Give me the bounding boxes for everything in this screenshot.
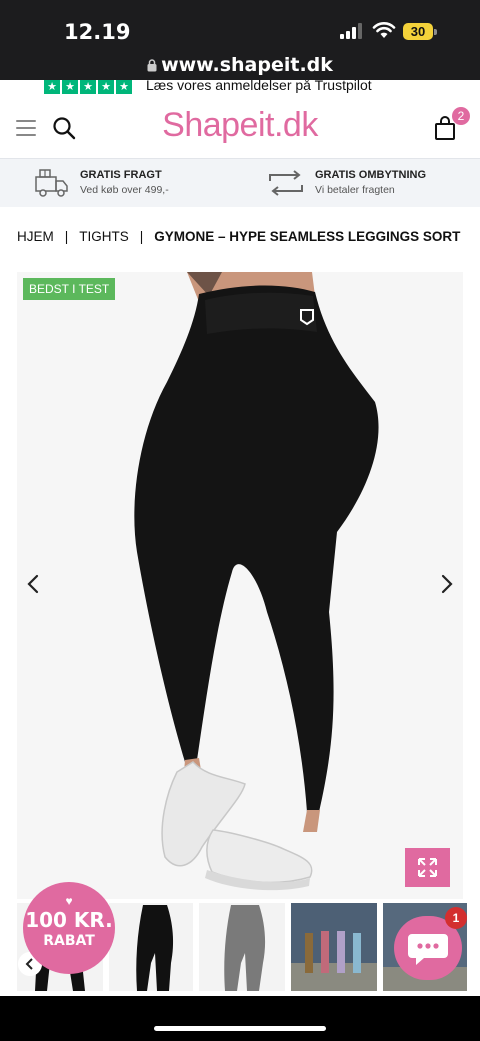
star-icon: ★	[44, 80, 60, 94]
delivery-truck-icon	[35, 169, 68, 197]
expand-icon	[418, 858, 437, 877]
battery-level: 30	[403, 23, 433, 40]
best-in-test-badge: BEDST I TEST	[23, 278, 116, 300]
fullscreen-button[interactable]	[405, 848, 450, 887]
promo-label: RABAT	[43, 933, 95, 949]
thumbnail[interactable]	[109, 903, 193, 991]
breadcrumb-home[interactable]: HJEM	[17, 229, 54, 244]
breadcrumb-separator: |	[139, 229, 144, 244]
battery-icon: 30	[403, 23, 437, 41]
cart-count-badge[interactable]: 2	[452, 107, 470, 125]
browser-url-bar[interactable]: www.shapeit.dk	[0, 52, 480, 82]
lock-icon	[147, 59, 157, 72]
usp-free-exchange: GRATIS OMBYTNING Vi betaler fragten	[240, 159, 480, 207]
hamburger-menu-icon[interactable]	[16, 120, 36, 136]
chevron-left-icon[interactable]	[26, 574, 40, 594]
cellular-signal-icon	[340, 23, 362, 39]
usp-bar: GRATIS FRAGT Ved køb over 499,- GRATIS O…	[0, 158, 480, 207]
system-bottom-bar	[0, 996, 480, 1041]
status-time: 12.19	[64, 20, 131, 44]
trustpilot-banner[interactable]: ★ ★ ★ ★ ★ Læs vores anmeldelser på Trust…	[0, 80, 480, 96]
trustpilot-stars: ★ ★ ★ ★ ★	[44, 80, 132, 94]
promo-amount: 100 KR.	[25, 908, 113, 932]
usp-subtitle: Vi betaler fragten	[315, 184, 395, 196]
heart-icon: ♥	[65, 894, 73, 908]
star-icon: ★	[98, 80, 114, 94]
breadcrumb-separator: |	[64, 229, 69, 244]
chat-unread-badge: 1	[445, 907, 467, 929]
breadcrumb-current: GYMONE – HYPE SEAMLESS LEGGINGS SORT	[154, 229, 461, 244]
site-logo[interactable]: Shapeit.dk	[150, 106, 330, 145]
search-icon[interactable]	[52, 116, 76, 140]
breadcrumb-category[interactable]: TIGHTS	[79, 229, 129, 244]
thumbnail[interactable]	[291, 903, 377, 991]
home-indicator[interactable]	[154, 1026, 326, 1031]
url-text[interactable]: www.shapeit.dk	[161, 54, 333, 76]
usp-title: GRATIS FRAGT	[80, 169, 162, 181]
exchange-arrows-icon	[269, 170, 303, 196]
thumbnail[interactable]	[199, 903, 285, 991]
usp-title: GRATIS OMBYTNING	[315, 169, 427, 181]
wifi-icon	[372, 22, 396, 38]
breadcrumb: HJEM | TIGHTS | GYMONE – HYPE SEAMLESS LEGGI…	[17, 229, 460, 244]
site-header: Shapeit.dk 2	[0, 96, 480, 158]
url-text-wrap[interactable]: www.shapeit.dk	[0, 54, 480, 76]
leggings-photo	[17, 272, 463, 899]
product-image[interactable]	[17, 272, 463, 899]
discount-promo-button[interactable]: ♥ 100 KR. RABAT	[23, 882, 115, 974]
trustpilot-text[interactable]: Læs vores anmeldelser på Trustpilot	[146, 80, 372, 93]
star-icon: ★	[116, 80, 132, 94]
usp-subtitle: Ved køb over 499,-	[80, 184, 169, 196]
status-bar: 12.19 30	[0, 0, 480, 52]
usp-free-shipping: GRATIS FRAGT Ved køb over 499,-	[0, 159, 240, 207]
star-icon: ★	[80, 80, 96, 94]
star-icon: ★	[62, 80, 78, 94]
chevron-right-icon[interactable]	[440, 574, 454, 594]
